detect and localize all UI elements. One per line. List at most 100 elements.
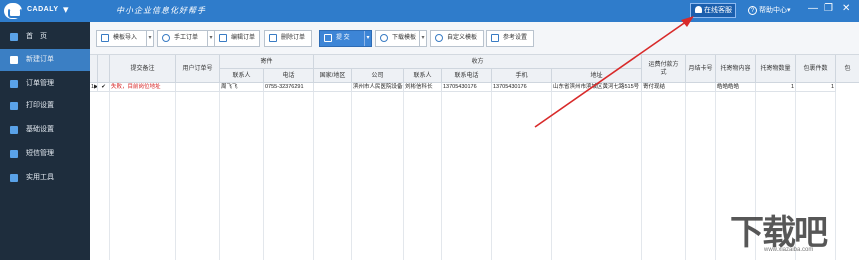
- row-checkbox[interactable]: ✔: [98, 83, 110, 92]
- cell-contact-phone[interactable]: 13705430176: [442, 83, 492, 92]
- dropdown-chevron-icon[interactable]: ▾: [146, 31, 153, 46]
- column-header-extra[interactable]: 包: [836, 55, 859, 83]
- cell-sender-contact[interactable]: 周飞飞: [220, 83, 264, 92]
- select-all-checkbox[interactable]: [98, 55, 110, 83]
- cell-sender-phone[interactable]: 0755-32376291: [264, 83, 314, 92]
- app-name: CADALY: [27, 6, 59, 13]
- grid-line: [263, 92, 264, 260]
- column-header-company[interactable]: 公司: [352, 69, 404, 83]
- sidebar-item-order-manage[interactable]: 订单管理: [0, 73, 90, 95]
- grid-line: [641, 92, 642, 260]
- sidebar-item-label: 新建订单: [26, 56, 54, 63]
- column-header-submit-note[interactable]: 提交备注: [110, 55, 176, 83]
- toolbar: 模板导入 ▾ 手工订单 ▾ 编辑订单 删除订单 提 交 ▾ 下载模板 ▾ 自定义…: [90, 22, 859, 55]
- sidebar-item-print-settings[interactable]: 打印设置: [0, 95, 90, 117]
- row-marker-header: [90, 55, 98, 83]
- column-header-contact-phone[interactable]: 联系电话: [442, 69, 492, 83]
- column-group-sender: 寄件: [220, 55, 314, 69]
- watermark-url: www.xiazaiba.com: [764, 247, 814, 253]
- sidebar-item-label: 打印设置: [26, 102, 54, 109]
- grid-line: [403, 92, 404, 260]
- cell-address[interactable]: 山东省滨州市滨城区黄河七路515号: [552, 83, 642, 92]
- sidebar-item-label: 首 页: [26, 33, 47, 40]
- help-center-label: 帮助中心: [759, 7, 787, 14]
- app-logo-icon: [4, 3, 22, 19]
- sidebar: 首 页 新建订单 订单管理 打印设置 基础设置 短信管理 实用工具: [0, 22, 90, 260]
- column-header-country[interactable]: 国家/地区: [314, 69, 352, 83]
- column-header-user-order-no[interactable]: 用户订单号: [176, 55, 220, 83]
- order-manage-icon: [10, 80, 18, 88]
- grid-line: [313, 92, 314, 260]
- cell-user-order-no[interactable]: [176, 83, 220, 92]
- cell-payment[interactable]: 寄付现结: [642, 83, 686, 92]
- grid-line: [551, 92, 552, 260]
- column-header-mobile[interactable]: 手机: [492, 69, 552, 83]
- grid-line: [351, 92, 352, 260]
- reference-settings-button[interactable]: 参考设置: [486, 30, 534, 47]
- grid-line: [441, 92, 442, 260]
- cell-packages[interactable]: 1: [796, 83, 836, 92]
- cell-company[interactable]: 滨州市人民医院设备: [352, 83, 404, 92]
- minimize-button[interactable]: —: [808, 3, 818, 14]
- dropdown-chevron-icon[interactable]: ▾: [419, 31, 426, 46]
- custom-template-icon: [435, 34, 443, 42]
- grid-line: [491, 92, 492, 260]
- column-header-receiver-contact[interactable]: 联系人: [404, 69, 442, 83]
- submit-button[interactable]: 提 交 ▾: [319, 30, 372, 47]
- template-import-button[interactable]: 模板导入 ▾: [96, 30, 154, 47]
- close-button[interactable]: ✕: [842, 3, 850, 14]
- cell-monthly-card[interactable]: [686, 83, 716, 92]
- grid-line: [715, 92, 716, 260]
- sidebar-item-label: 实用工具: [26, 174, 54, 181]
- cell-receiver-contact[interactable]: 刘彬信科长: [404, 83, 442, 92]
- download-template-label: 下载模板: [392, 35, 417, 41]
- online-service-button[interactable]: 在线客服: [690, 3, 736, 18]
- sidebar-item-home[interactable]: 首 页: [0, 26, 90, 48]
- column-header-payment[interactable]: 运费付款方式: [642, 55, 686, 83]
- sidebar-item-label: 基础设置: [26, 126, 54, 133]
- column-header-quantity[interactable]: 托寄物数量: [756, 55, 796, 83]
- question-icon: ?: [748, 6, 757, 15]
- trash-icon: [269, 34, 277, 42]
- cell-mobile[interactable]: 13705430176: [492, 83, 552, 92]
- sidebar-item-new-order[interactable]: 新建订单: [0, 49, 90, 71]
- dropdown-chevron-icon[interactable]: ▾: [364, 31, 371, 46]
- title-bar: CADALY ▾ 中小企业信息化好帮手 在线客服 ? 帮助中心▾ — ❐ ✕: [0, 0, 859, 22]
- manual-order-label: 手工订单: [174, 35, 199, 41]
- settings-icon: [10, 126, 18, 134]
- new-order-icon: [10, 56, 18, 64]
- app-menu-chevron-icon[interactable]: ▾: [63, 3, 69, 16]
- cell-submit-note[interactable]: 失败，目前岗位地址: [110, 83, 176, 92]
- delete-order-label: 删除订单: [281, 35, 306, 41]
- plus-icon: [162, 34, 170, 42]
- grid-line: [219, 92, 220, 260]
- column-header-content[interactable]: 托寄物内容: [716, 55, 756, 83]
- column-header-sender-contact[interactable]: 联系人: [220, 69, 264, 83]
- edit-icon: [219, 34, 227, 42]
- help-center-button[interactable]: ? 帮助中心▾: [748, 5, 791, 15]
- download-icon: [101, 34, 109, 42]
- edit-order-button[interactable]: 编辑订单: [214, 30, 260, 47]
- grid-line: [685, 92, 686, 260]
- grid-line: [109, 92, 110, 260]
- column-header-packages[interactable]: 包裹件数: [796, 55, 836, 83]
- manual-order-button[interactable]: 手工订单 ▾: [157, 30, 215, 47]
- sidebar-item-tools[interactable]: 实用工具: [0, 167, 90, 189]
- column-header-sender-phone[interactable]: 电话: [264, 69, 314, 83]
- sidebar-item-label: 短信管理: [26, 150, 54, 157]
- cell-quantity[interactable]: 1: [756, 83, 796, 92]
- dropdown-chevron-icon[interactable]: ▾: [207, 31, 214, 46]
- cell-country[interactable]: [314, 83, 352, 92]
- sidebar-item-basic-settings[interactable]: 基础设置: [0, 119, 90, 141]
- bell-icon: [695, 6, 702, 13]
- cell-content[interactable]: 皓皓皓皓: [716, 83, 756, 92]
- delete-order-button[interactable]: 删除订单: [264, 30, 312, 47]
- restore-button[interactable]: ❐: [824, 3, 833, 14]
- phone-icon: [10, 150, 18, 158]
- sidebar-item-sms[interactable]: 短信管理: [0, 143, 90, 165]
- column-header-monthly-card[interactable]: 月结卡号: [686, 55, 716, 83]
- download-icon: [380, 34, 388, 42]
- custom-template-button[interactable]: 自定义模板: [430, 30, 484, 47]
- column-header-address[interactable]: 地址: [552, 69, 642, 83]
- download-template-button[interactable]: 下载模板 ▾: [375, 30, 427, 47]
